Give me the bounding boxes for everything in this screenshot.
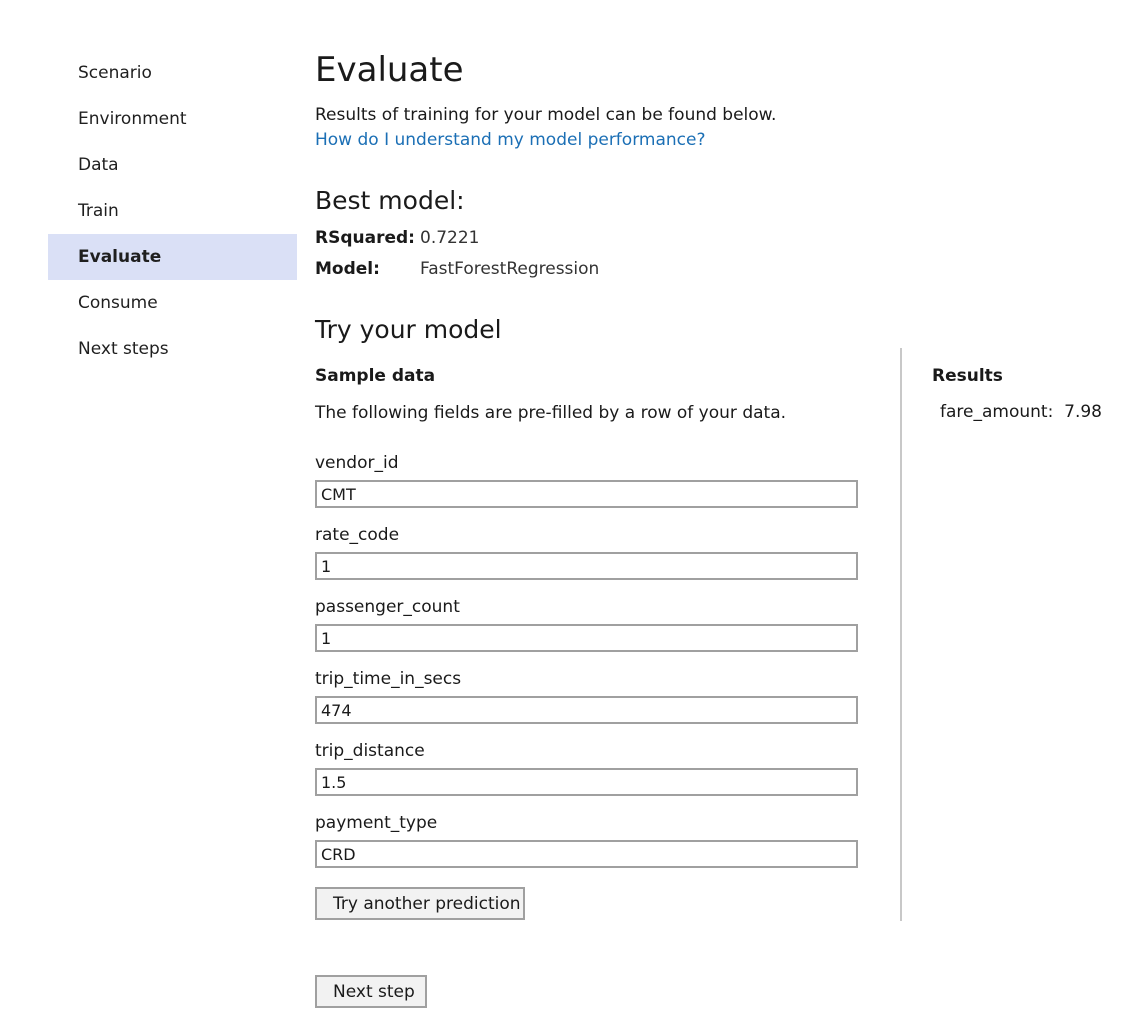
results-divider (900, 348, 902, 921)
sidebar-item-train[interactable]: Train (48, 188, 297, 234)
sidebar-item-evaluate[interactable]: Evaluate (48, 234, 297, 280)
rate-code-field-group: rate_code (315, 524, 858, 580)
result-row: fare_amount: 7.98 (940, 402, 1102, 422)
page-title: Evaluate (315, 50, 464, 90)
model-performance-help-link[interactable]: How do I understand my model performance… (315, 130, 705, 150)
sidebar-item-environment[interactable]: Environment (48, 96, 297, 142)
intro-text: Results of training for your model can b… (315, 105, 777, 125)
result-label: fare_amount: (940, 402, 1054, 422)
evaluate-page: Scenario Environment Data Train Evaluate… (0, 0, 1131, 1032)
rate-code-label: rate_code (315, 525, 400, 545)
sidebar-item-scenario[interactable]: Scenario (48, 50, 297, 96)
trip-time-input[interactable] (315, 696, 858, 724)
try-another-prediction-button[interactable]: Try another prediction (315, 887, 525, 920)
sidebar-item-next-steps[interactable]: Next steps (48, 326, 297, 372)
vendor-id-label: vendor_id (315, 453, 399, 473)
passenger-count-field-group: passenger_count (315, 596, 858, 652)
next-step-button[interactable]: Next step (315, 975, 427, 1008)
trip-time-label: trip_time_in_secs (315, 669, 462, 689)
try-model-heading: Try your model (315, 315, 502, 344)
trip-distance-field-group: trip_distance (315, 740, 858, 796)
model-label: Model: (315, 259, 380, 279)
result-value: 7.98 (1064, 402, 1102, 422)
sidebar-item-consume[interactable]: Consume (48, 280, 297, 326)
sidebar-nav: Scenario Environment Data Train Evaluate… (48, 50, 297, 372)
results-heading: Results (932, 366, 1003, 386)
payment-type-field-group: payment_type (315, 812, 858, 868)
passenger-count-label: passenger_count (315, 597, 460, 617)
sidebar-item-data[interactable]: Data (48, 142, 297, 188)
sample-data-description: The following fields are pre-filled by a… (315, 403, 787, 423)
rsquared-value: 0.7221 (420, 228, 480, 248)
payment-type-input[interactable] (315, 840, 858, 868)
rate-code-input[interactable] (315, 552, 858, 580)
sample-data-heading: Sample data (315, 366, 436, 386)
passenger-count-input[interactable] (315, 624, 858, 652)
model-value: FastForestRegression (420, 259, 600, 279)
model-row: Model: FastForestRegression (315, 259, 599, 279)
trip-distance-label: trip_distance (315, 741, 425, 761)
vendor-id-input[interactable] (315, 480, 858, 508)
rsquared-row: RSquared: 0.7221 (315, 228, 479, 248)
rsquared-label: RSquared: (315, 228, 415, 248)
best-model-heading: Best model: (315, 186, 465, 215)
trip-time-field-group: trip_time_in_secs (315, 668, 858, 724)
vendor-id-field-group: vendor_id (315, 452, 858, 508)
trip-distance-input[interactable] (315, 768, 858, 796)
results-panel: Results fare_amount: 7.98 (932, 366, 1102, 422)
payment-type-label: payment_type (315, 813, 438, 833)
